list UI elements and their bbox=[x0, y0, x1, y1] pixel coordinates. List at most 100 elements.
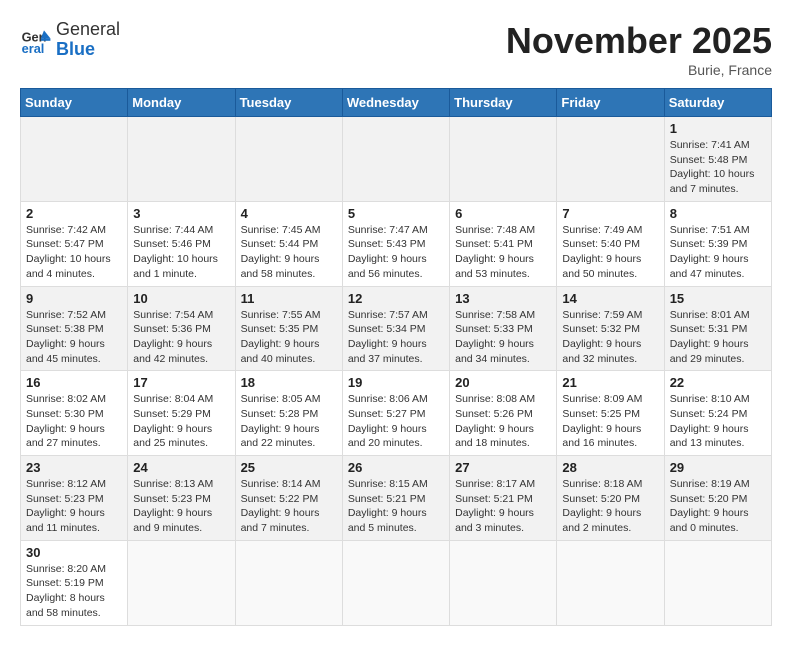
title-area: November 2025 Burie, France bbox=[506, 20, 772, 78]
day-info: Sunrise: 8:06 AM Sunset: 5:27 PM Dayligh… bbox=[348, 392, 444, 451]
calendar-table: SundayMondayTuesdayWednesdayThursdayFrid… bbox=[20, 88, 772, 626]
day-info: Sunrise: 8:19 AM Sunset: 5:20 PM Dayligh… bbox=[670, 477, 766, 536]
calendar-cell: 7 Sunrise: 7:49 AM Sunset: 5:40 PM Daylig… bbox=[557, 201, 664, 286]
calendar-cell: 20Sunrise: 8:08 AM Sunset: 5:26 PM Dayli… bbox=[450, 371, 557, 456]
day-number: 16 bbox=[26, 375, 122, 390]
day-info: Sunrise: 8:13 AM Sunset: 5:23 PM Dayligh… bbox=[133, 477, 229, 536]
day-number: 1 bbox=[670, 121, 766, 136]
logo-icon: Gen eral bbox=[20, 24, 52, 56]
day-info: Sunrise: 8:14 AM Sunset: 5:22 PM Dayligh… bbox=[241, 477, 337, 536]
day-info: Sunrise: 8:08 AM Sunset: 5:26 PM Dayligh… bbox=[455, 392, 551, 451]
day-info: Sunrise: 8:05 AM Sunset: 5:28 PM Dayligh… bbox=[241, 392, 337, 451]
day-number: 9 bbox=[26, 291, 122, 306]
day-number: 17 bbox=[133, 375, 229, 390]
day-number: 21 bbox=[562, 375, 658, 390]
calendar-cell: 30Sunrise: 8:20 AM Sunset: 5:19 PM Dayli… bbox=[21, 540, 128, 625]
weekday-sunday: Sunday bbox=[21, 89, 128, 117]
day-number: 3 bbox=[133, 206, 229, 221]
day-info: Sunrise: 8:04 AM Sunset: 5:29 PM Dayligh… bbox=[133, 392, 229, 451]
calendar-cell bbox=[450, 117, 557, 202]
day-info: Sunrise: 7:42 AM Sunset: 5:47 PM Dayligh… bbox=[26, 223, 122, 282]
calendar-cell: 6 Sunrise: 7:48 AM Sunset: 5:41 PM Daylig… bbox=[450, 201, 557, 286]
day-number: 27 bbox=[455, 460, 551, 475]
calendar-cell: 10Sunrise: 7:54 AM Sunset: 5:36 PM Dayli… bbox=[128, 286, 235, 371]
day-number: 2 bbox=[26, 206, 122, 221]
calendar-cell: 16 Sunrise: 8:02 AM Sunset: 5:30 PM Dayli… bbox=[21, 371, 128, 456]
day-info: Sunrise: 7:49 AM Sunset: 5:40 PM Dayligh… bbox=[562, 223, 658, 282]
weekday-tuesday: Tuesday bbox=[235, 89, 342, 117]
calendar-cell bbox=[235, 117, 342, 202]
weekday-thursday: Thursday bbox=[450, 89, 557, 117]
calendar-cell bbox=[557, 540, 664, 625]
weekday-header-row: SundayMondayTuesdayWednesdayThursdayFrid… bbox=[21, 89, 772, 117]
day-number: 10 bbox=[133, 291, 229, 306]
day-info: Sunrise: 7:48 AM Sunset: 5:41 PM Dayligh… bbox=[455, 223, 551, 282]
weekday-monday: Monday bbox=[128, 89, 235, 117]
calendar-week-6: 30Sunrise: 8:20 AM Sunset: 5:19 PM Dayli… bbox=[21, 540, 772, 625]
day-number: 14 bbox=[562, 291, 658, 306]
day-number: 29 bbox=[670, 460, 766, 475]
calendar-cell bbox=[128, 540, 235, 625]
day-info: Sunrise: 7:52 AM Sunset: 5:38 PM Dayligh… bbox=[26, 308, 122, 367]
calendar-cell: 3Sunrise: 7:44 AM Sunset: 5:46 PM Daylig… bbox=[128, 201, 235, 286]
page-header: Gen eral General Blue November 2025 Buri… bbox=[20, 20, 772, 78]
month-title: November 2025 bbox=[506, 20, 772, 62]
calendar-cell bbox=[664, 540, 771, 625]
calendar-cell: 26Sunrise: 8:15 AM Sunset: 5:21 PM Dayli… bbox=[342, 456, 449, 541]
day-number: 23 bbox=[26, 460, 122, 475]
logo: Gen eral General Blue bbox=[20, 20, 120, 60]
calendar-cell: 28 Sunrise: 8:18 AM Sunset: 5:20 PM Dayli… bbox=[557, 456, 664, 541]
calendar-cell: 11Sunrise: 7:55 AM Sunset: 5:35 PM Dayli… bbox=[235, 286, 342, 371]
weekday-friday: Friday bbox=[557, 89, 664, 117]
day-info: Sunrise: 7:57 AM Sunset: 5:34 PM Dayligh… bbox=[348, 308, 444, 367]
day-info: Sunrise: 8:18 AM Sunset: 5:20 PM Dayligh… bbox=[562, 477, 658, 536]
day-number: 28 bbox=[562, 460, 658, 475]
calendar-cell: 15Sunrise: 8:01 AM Sunset: 5:31 PM Dayli… bbox=[664, 286, 771, 371]
day-number: 15 bbox=[670, 291, 766, 306]
calendar-cell: 4Sunrise: 7:45 AM Sunset: 5:44 PM Daylig… bbox=[235, 201, 342, 286]
calendar-cell bbox=[342, 117, 449, 202]
calendar-cell bbox=[557, 117, 664, 202]
calendar-cell: 21Sunrise: 8:09 AM Sunset: 5:25 PM Dayli… bbox=[557, 371, 664, 456]
calendar-cell: 2 Sunrise: 7:42 AM Sunset: 5:47 PM Daylig… bbox=[21, 201, 128, 286]
day-number: 7 bbox=[562, 206, 658, 221]
day-info: Sunrise: 7:59 AM Sunset: 5:32 PM Dayligh… bbox=[562, 308, 658, 367]
calendar-cell bbox=[450, 540, 557, 625]
calendar-cell bbox=[342, 540, 449, 625]
calendar-cell: 29 Sunrise: 8:19 AM Sunset: 5:20 PM Dayli… bbox=[664, 456, 771, 541]
calendar-cell: 5Sunrise: 7:47 AM Sunset: 5:43 PM Daylig… bbox=[342, 201, 449, 286]
day-number: 12 bbox=[348, 291, 444, 306]
logo-general-text: General bbox=[56, 20, 120, 40]
calendar-cell: 14 Sunrise: 7:59 AM Sunset: 5:32 PM Dayli… bbox=[557, 286, 664, 371]
calendar-cell: 13 Sunrise: 7:58 AM Sunset: 5:33 PM Dayli… bbox=[450, 286, 557, 371]
day-number: 6 bbox=[455, 206, 551, 221]
day-number: 13 bbox=[455, 291, 551, 306]
day-info: Sunrise: 7:58 AM Sunset: 5:33 PM Dayligh… bbox=[455, 308, 551, 367]
calendar-week-4: 16 Sunrise: 8:02 AM Sunset: 5:30 PM Dayli… bbox=[21, 371, 772, 456]
calendar-week-3: 9 Sunrise: 7:52 AM Sunset: 5:38 PM Daylig… bbox=[21, 286, 772, 371]
calendar-cell: 22 Sunrise: 8:10 AM Sunset: 5:24 PM Dayli… bbox=[664, 371, 771, 456]
day-info: Sunrise: 7:51 AM Sunset: 5:39 PM Dayligh… bbox=[670, 223, 766, 282]
calendar-cell bbox=[21, 117, 128, 202]
day-info: Sunrise: 8:15 AM Sunset: 5:21 PM Dayligh… bbox=[348, 477, 444, 536]
location: Burie, France bbox=[506, 62, 772, 78]
calendar-cell bbox=[235, 540, 342, 625]
calendar-cell: 24 Sunrise: 8:13 AM Sunset: 5:23 PM Dayli… bbox=[128, 456, 235, 541]
day-info: Sunrise: 8:02 AM Sunset: 5:30 PM Dayligh… bbox=[26, 392, 122, 451]
svg-text:eral: eral bbox=[22, 41, 45, 56]
day-number: 22 bbox=[670, 375, 766, 390]
day-number: 24 bbox=[133, 460, 229, 475]
day-info: Sunrise: 7:45 AM Sunset: 5:44 PM Dayligh… bbox=[241, 223, 337, 282]
day-number: 19 bbox=[348, 375, 444, 390]
calendar-cell: 18Sunrise: 8:05 AM Sunset: 5:28 PM Dayli… bbox=[235, 371, 342, 456]
day-info: Sunrise: 7:41 AM Sunset: 5:48 PM Dayligh… bbox=[670, 138, 766, 197]
day-info: Sunrise: 8:10 AM Sunset: 5:24 PM Dayligh… bbox=[670, 392, 766, 451]
logo-blue-text: Blue bbox=[56, 40, 120, 60]
calendar-cell bbox=[128, 117, 235, 202]
day-info: Sunrise: 8:12 AM Sunset: 5:23 PM Dayligh… bbox=[26, 477, 122, 536]
calendar-cell: 12 Sunrise: 7:57 AM Sunset: 5:34 PM Dayli… bbox=[342, 286, 449, 371]
day-info: Sunrise: 7:47 AM Sunset: 5:43 PM Dayligh… bbox=[348, 223, 444, 282]
calendar-week-2: 2 Sunrise: 7:42 AM Sunset: 5:47 PM Daylig… bbox=[21, 201, 772, 286]
day-number: 8 bbox=[670, 206, 766, 221]
day-number: 11 bbox=[241, 291, 337, 306]
